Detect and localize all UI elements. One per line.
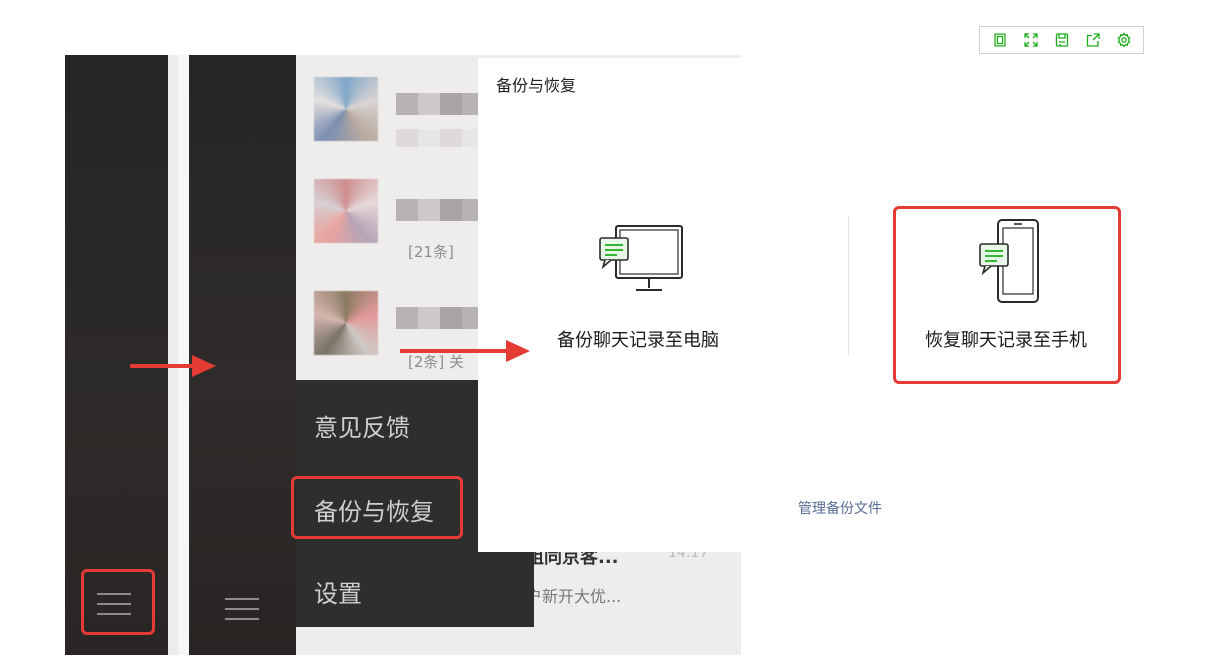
divider [848, 216, 849, 356]
dialog-title: 备份与恢复 [496, 76, 577, 95]
backup-to-pc-button[interactable]: 备份聊天记录至电脑 [538, 220, 738, 352]
menu-highlight-box [291, 476, 463, 539]
share-icon[interactable] [1082, 29, 1104, 51]
arrow-annotation [130, 355, 216, 377]
menu-highlight-box [81, 569, 155, 635]
menu-icon-2[interactable] [225, 598, 259, 622]
computer-chat-icon [599, 225, 683, 291]
chat-preview: [2条] 关 [408, 353, 465, 371]
arrow-annotation [400, 340, 530, 362]
fullscreen-icon[interactable] [1020, 29, 1042, 51]
avatar [314, 291, 378, 355]
chat-list-edge [168, 55, 189, 655]
restore-highlight-box [893, 206, 1121, 384]
avatar [314, 179, 378, 243]
backup-to-pc-label: 备份聊天记录至电脑 [557, 330, 719, 351]
menu-item-settings[interactable]: 设置 [314, 574, 362, 609]
view-toolbar [979, 26, 1144, 54]
fit-window-icon[interactable] [989, 29, 1011, 51]
manage-backups-link[interactable]: 管理备份文件 [798, 498, 882, 518]
chat-preview: 户新开大优... [526, 587, 622, 606]
save-icon[interactable] [1051, 29, 1073, 51]
avatar [314, 77, 378, 141]
sidebar-panel-1 [65, 55, 168, 655]
menu-item-feedback[interactable]: 意见反馈 [314, 408, 410, 443]
settings-icon[interactable] [1113, 29, 1135, 51]
chat-preview: [21条] [408, 243, 454, 261]
